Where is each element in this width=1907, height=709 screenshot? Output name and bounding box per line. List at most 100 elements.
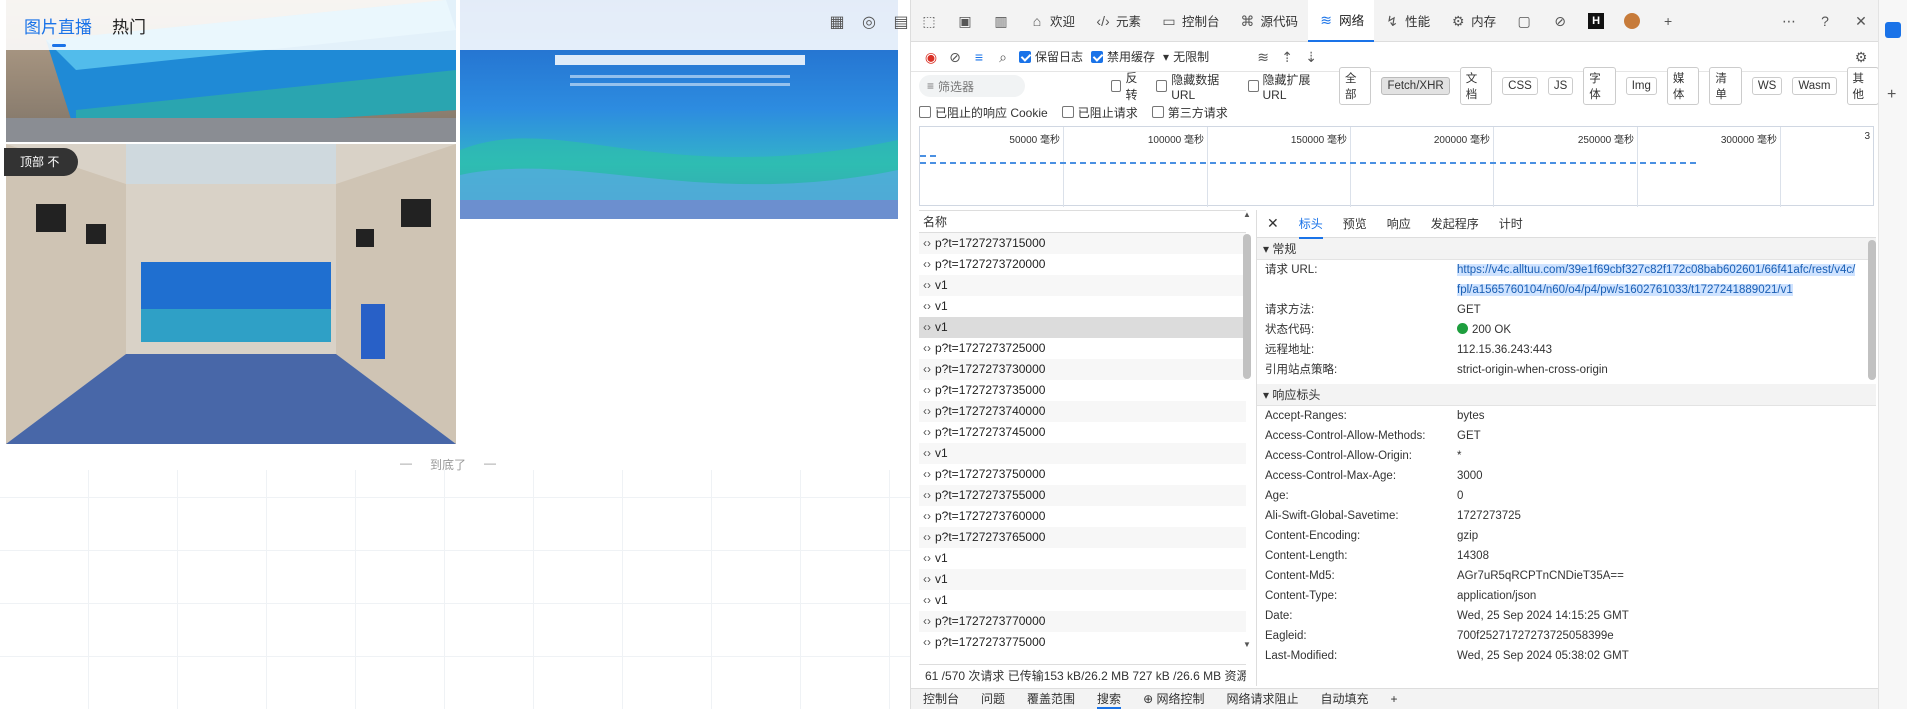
close-details-icon[interactable]: ✕	[1267, 215, 1279, 232]
type-chip-img[interactable]: Img	[1625, 77, 1657, 95]
header-value[interactable]: 3000	[1457, 466, 1857, 486]
header-value[interactable]: 14308	[1457, 546, 1857, 566]
grid-icon[interactable]: ▤	[892, 14, 910, 32]
request-row[interactable]: ‹› p?t=1727273740000	[919, 401, 1246, 422]
request-row[interactable]: ‹› v1	[919, 569, 1246, 590]
request-row[interactable]: ‹› v1	[919, 275, 1246, 296]
request-row[interactable]: ‹› p?t=1727273775000	[919, 632, 1246, 653]
blocked-requests-checkbox[interactable]: 已阻止请求	[1061, 104, 1138, 121]
more-menu-button[interactable]: ⋯	[1771, 0, 1807, 42]
header-value[interactable]: Wed, 25 Sep 2024 14:15:25 GMT	[1457, 606, 1857, 626]
request-row[interactable]: ‹› v1	[919, 443, 1246, 464]
filter-input[interactable]: ≡ 筛选器	[919, 75, 1025, 97]
tab-hot[interactable]: 热门	[112, 13, 146, 38]
type-chip-css[interactable]: CSS	[1502, 77, 1538, 95]
response-headers-section-header[interactable]: ▾ 响应标头	[1257, 384, 1876, 406]
request-list-scrollbar[interactable]: ▲ ▼	[1242, 210, 1252, 650]
general-section-header[interactable]: ▾ 常规	[1257, 238, 1876, 260]
tab-live-photos[interactable]: 图片直播	[24, 13, 92, 47]
header-value[interactable]: 700f25271727273725058399e	[1457, 626, 1857, 646]
blocked-cookies-checkbox[interactable]: 已阻止的响应 Cookie	[919, 104, 1048, 121]
request-row[interactable]: ‹› p?t=1727273730000	[919, 359, 1246, 380]
tab-timing[interactable]: 计时	[1499, 215, 1523, 232]
hide-extension-url-checkbox[interactable]: 隐藏扩展 URL	[1247, 71, 1329, 102]
network-overview-timeline[interactable]: 50000 毫秒 100000 毫秒 150000 毫秒 200000 毫秒 2…	[919, 126, 1874, 207]
tab-preview[interactable]: 预览	[1343, 215, 1367, 232]
drawer-tab-coverage[interactable]: 覆盖范围	[1027, 689, 1075, 709]
tab-memory[interactable]: ⚙ 内存	[1440, 0, 1506, 42]
tab-network[interactable]: ≋ 网络	[1308, 0, 1375, 42]
tab-sources[interactable]: ⌘ 源代码	[1230, 0, 1309, 42]
extension-h-tab[interactable]: H	[1578, 0, 1614, 42]
request-row[interactable]: ‹› p?t=1727273715000	[919, 233, 1246, 254]
request-row[interactable]: ‹› v1	[919, 317, 1246, 338]
dock-button[interactable]: ▥	[983, 0, 1019, 42]
request-row[interactable]: ‹› p?t=1727273765000	[919, 527, 1246, 548]
drawer-add-icon[interactable]: +	[1391, 689, 1398, 709]
tab-performance[interactable]: ↯ 性能	[1374, 0, 1440, 42]
drawer-tab-search[interactable]: 搜索	[1097, 689, 1122, 709]
header-value[interactable]: application/json	[1457, 586, 1857, 606]
settings-gear-icon[interactable]: ⚙	[1853, 49, 1869, 65]
preserve-log-checkbox[interactable]: 保留日志	[1019, 48, 1083, 65]
cookie-extension-tab[interactable]	[1614, 0, 1650, 42]
request-row[interactable]: ‹› p?t=1727273750000	[919, 464, 1246, 485]
header-value[interactable]: 200 OK	[1457, 320, 1857, 340]
search-icon[interactable]: ⌕	[995, 49, 1011, 65]
header-value[interactable]: bytes	[1457, 406, 1857, 426]
request-row[interactable]: ‹› p?t=1727273735000	[919, 380, 1246, 401]
device-toolbar-button[interactable]: ⬚	[911, 0, 947, 42]
device-emulation-button[interactable]: ▣	[947, 0, 983, 42]
drawer-tab-console[interactable]: 控制台	[923, 689, 959, 709]
request-row[interactable]: ‹› p?t=1727273760000	[919, 506, 1246, 527]
import-icon[interactable]: ⇡	[1279, 49, 1295, 65]
scrollbar-thumb[interactable]	[1243, 234, 1251, 379]
request-row[interactable]: ‹› p?t=1727273725000	[919, 338, 1246, 359]
application-tab[interactable]: ▢	[1506, 0, 1542, 42]
qrcode-icon[interactable]: ▦	[828, 14, 846, 32]
add-tab-button[interactable]: +	[1650, 0, 1686, 42]
type-chip-ws[interactable]: WS	[1751, 77, 1783, 95]
disable-cache-checkbox[interactable]: 禁用缓存	[1091, 48, 1155, 65]
add-sidebar-icon[interactable]: +	[1887, 86, 1896, 104]
tab-elements[interactable]: ‹/› 元素	[1085, 0, 1151, 42]
globe-icon[interactable]: ◎	[860, 14, 878, 32]
request-row[interactable]: ‹› p?t=1727273745000	[919, 422, 1246, 443]
header-value[interactable]: https://v4c.alltuu.com/39e1f69cbf327c82f…	[1457, 260, 1857, 300]
drawer-tab-network-conditions[interactable]: ⊕ 网络控制	[1143, 689, 1204, 709]
header-value[interactable]: GET	[1457, 300, 1857, 320]
header-value[interactable]: gzip	[1457, 526, 1857, 546]
header-value[interactable]: strict-origin-when-cross-origin	[1457, 360, 1857, 380]
tab-initiator[interactable]: 发起程序	[1431, 215, 1479, 232]
drawer-tab-request-blocking[interactable]: 网络请求阻止	[1226, 689, 1298, 709]
clear-icon[interactable]: ⊘	[947, 49, 963, 65]
header-value[interactable]: Wed, 25 Sep 2024 05:38:02 GMT	[1457, 646, 1857, 666]
request-row[interactable]: ‹› p?t=1727273720000	[919, 254, 1246, 275]
security-tab[interactable]: ⊘	[1542, 0, 1578, 42]
header-value[interactable]: AGr7uR5qRCPTnCNDieT35A==	[1457, 566, 1857, 586]
header-value[interactable]: GET	[1457, 426, 1857, 446]
drawer-tab-issues[interactable]: 问题	[981, 689, 1005, 709]
type-chip-wasm[interactable]: Wasm	[1792, 77, 1837, 95]
copilot-icon[interactable]	[1885, 22, 1901, 38]
tab-console[interactable]: ▭ 控制台	[1151, 0, 1230, 42]
request-row[interactable]: ‹› p?t=1727273755000	[919, 485, 1246, 506]
third-party-checkbox[interactable]: 第三方请求	[1151, 104, 1228, 121]
details-scrollbar-thumb[interactable]	[1868, 240, 1876, 380]
request-list-header[interactable]: 名称	[919, 211, 1246, 233]
header-value[interactable]: 0	[1457, 486, 1857, 506]
type-chip-fetch-xhr[interactable]: Fetch/XHR	[1381, 77, 1450, 95]
drawer-tab-autofill[interactable]: 自动填充	[1321, 689, 1369, 709]
tab-headers[interactable]: 标头	[1298, 208, 1323, 239]
throttle-select[interactable]: ▾ 无限制	[1163, 48, 1209, 65]
request-row[interactable]: ‹› p?t=1727273770000	[919, 611, 1246, 632]
close-devtools-button[interactable]: ✕	[1843, 0, 1879, 42]
invert-checkbox[interactable]: 反转	[1110, 69, 1147, 103]
tab-welcome[interactable]: ⌂ 欢迎	[1019, 0, 1085, 42]
export-icon[interactable]: ⇣	[1303, 49, 1319, 65]
tab-response[interactable]: 响应	[1387, 215, 1411, 232]
type-chip-js[interactable]: JS	[1547, 77, 1574, 95]
header-value[interactable]: 1727273725	[1457, 506, 1857, 526]
hide-data-url-checkbox[interactable]: 隐藏数据 URL	[1156, 71, 1237, 102]
help-button[interactable]: ?	[1807, 0, 1843, 42]
